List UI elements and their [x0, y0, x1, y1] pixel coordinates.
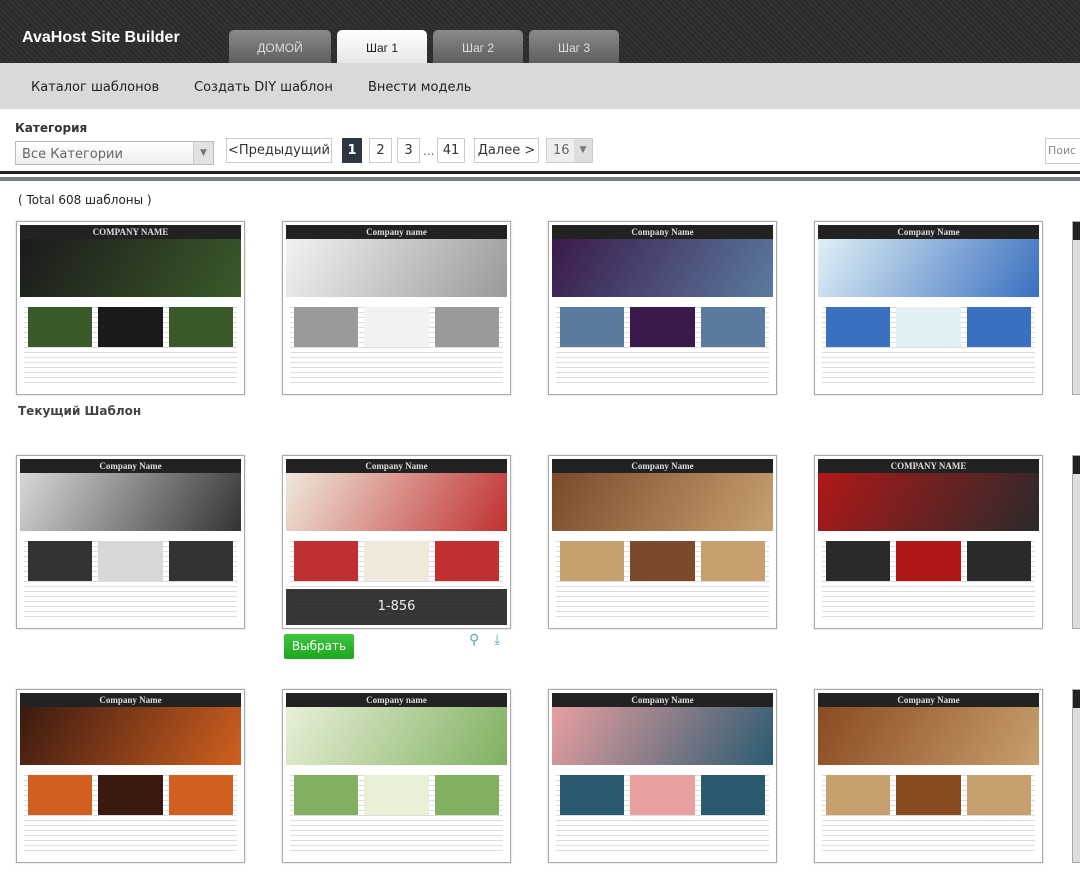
- template-images: [294, 541, 499, 581]
- template-title: Company Name: [552, 693, 773, 707]
- prev-page-button[interactable]: <Предыдущий: [226, 138, 332, 163]
- template-hero-image: [552, 473, 773, 531]
- divider: [0, 177, 1080, 181]
- template-images: [560, 307, 765, 347]
- template-thumbnail-partial[interactable]: [1072, 689, 1080, 863]
- template-hero-image: [552, 239, 773, 297]
- template-title: Company Name: [20, 459, 241, 473]
- template-images: [28, 775, 233, 815]
- template-thumbnail[interactable]: Company Name: [814, 689, 1043, 863]
- next-page-button[interactable]: Далее >: [474, 138, 539, 163]
- template-thumbnail[interactable]: COMPANY NAME: [814, 455, 1043, 629]
- template-title: Company name: [286, 225, 507, 239]
- template-hero-image: [552, 707, 773, 765]
- tab-step-2[interactable]: Шаг 2: [433, 30, 523, 63]
- tab-step-1[interactable]: Шаг 1: [337, 30, 427, 64]
- current-template-label: Текущий Шаблон: [18, 404, 142, 418]
- page-2[interactable]: 2: [369, 138, 392, 163]
- select-button[interactable]: Выбрать: [284, 634, 354, 659]
- chevron-down-icon: ▼: [193, 142, 213, 164]
- download-icon[interactable]: ⤓: [494, 632, 500, 648]
- template-title: Company Name: [552, 225, 773, 239]
- app-logo: AvaHost Site Builder: [22, 29, 180, 46]
- top-bar: AvaHost Site Builder ДОМОЙ Шаг 1 Шаг 2 Ш…: [0, 0, 1080, 64]
- page-3[interactable]: 3: [397, 138, 420, 163]
- subnav-upload-model[interactable]: Внести модель: [368, 80, 471, 95]
- template-thumbnail[interactable]: COMPANY NAME: [16, 221, 245, 395]
- template-thumbnail-partial[interactable]: [1072, 455, 1080, 629]
- template-images: [294, 307, 499, 347]
- page-1[interactable]: 1: [342, 138, 362, 163]
- template-title: COMPANY NAME: [20, 225, 241, 239]
- magnifier-icon[interactable]: ⚲: [469, 632, 479, 648]
- template-thumbnail[interactable]: Company Name: [16, 689, 245, 863]
- category-value: Все Категории: [22, 147, 123, 162]
- ellipsis: ...: [423, 144, 435, 158]
- category-label: Категория: [15, 121, 88, 135]
- template-title: Company Name: [286, 459, 507, 473]
- template-thumbnail[interactable]: Company Name: [814, 221, 1043, 395]
- subnav-template-catalog[interactable]: Каталог шаблонов: [31, 80, 159, 95]
- template-thumbnail[interactable]: Company Name 1-856: [282, 455, 511, 629]
- category-select[interactable]: Все Категории ▼: [15, 141, 214, 165]
- template-images: [28, 307, 233, 347]
- sub-navigation: Каталог шаблонов Создать DIY шаблон Внес…: [0, 63, 1080, 109]
- template-images: [826, 541, 1031, 581]
- template-images: [826, 307, 1031, 347]
- template-images: [560, 775, 765, 815]
- template-thumbnail[interactable]: Company Name: [16, 455, 245, 629]
- template-thumbnail[interactable]: Company Name: [548, 455, 777, 629]
- template-title: Company Name: [20, 693, 241, 707]
- template-id-overlay: 1-856: [286, 589, 507, 625]
- template-images: [28, 541, 233, 581]
- template-hero-image: [20, 707, 241, 765]
- subnav-create-diy[interactable]: Создать DIY шаблон: [194, 80, 333, 95]
- search-input[interactable]: Поис: [1045, 138, 1080, 164]
- template-title: Company name: [286, 693, 507, 707]
- template-images: [826, 775, 1031, 815]
- template-hero-image: [286, 473, 507, 531]
- template-hero-image: [20, 473, 241, 531]
- template-images: [294, 775, 499, 815]
- tab-step-3[interactable]: Шаг 3: [529, 30, 619, 63]
- template-thumbnail[interactable]: Company Name: [548, 689, 777, 863]
- template-title: Company Name: [552, 459, 773, 473]
- template-hero-image: [286, 707, 507, 765]
- template-thumbnail[interactable]: Company name: [282, 689, 511, 863]
- template-hero-image: [286, 239, 507, 297]
- template-hero-image: [818, 473, 1039, 531]
- template-thumbnail-partial[interactable]: [1072, 221, 1080, 395]
- template-hero-image: [818, 707, 1039, 765]
- template-title: Company Name: [818, 225, 1039, 239]
- tab-home[interactable]: ДОМОЙ: [229, 30, 331, 63]
- template-images: [560, 541, 765, 581]
- chevron-down-icon: ▼: [574, 139, 592, 162]
- per-page-value: 16: [553, 143, 570, 158]
- page-41[interactable]: 41: [437, 138, 465, 163]
- total-count: ( Total 608 шаблоны ): [18, 193, 152, 207]
- template-title: COMPANY NAME: [818, 459, 1039, 473]
- per-page-select[interactable]: 16 ▼: [546, 138, 593, 163]
- template-hero-image: [20, 239, 241, 297]
- template-thumbnail[interactable]: Company name: [282, 221, 511, 395]
- template-title: Company Name: [818, 693, 1039, 707]
- template-hero-image: [818, 239, 1039, 297]
- template-thumbnail[interactable]: Company Name: [548, 221, 777, 395]
